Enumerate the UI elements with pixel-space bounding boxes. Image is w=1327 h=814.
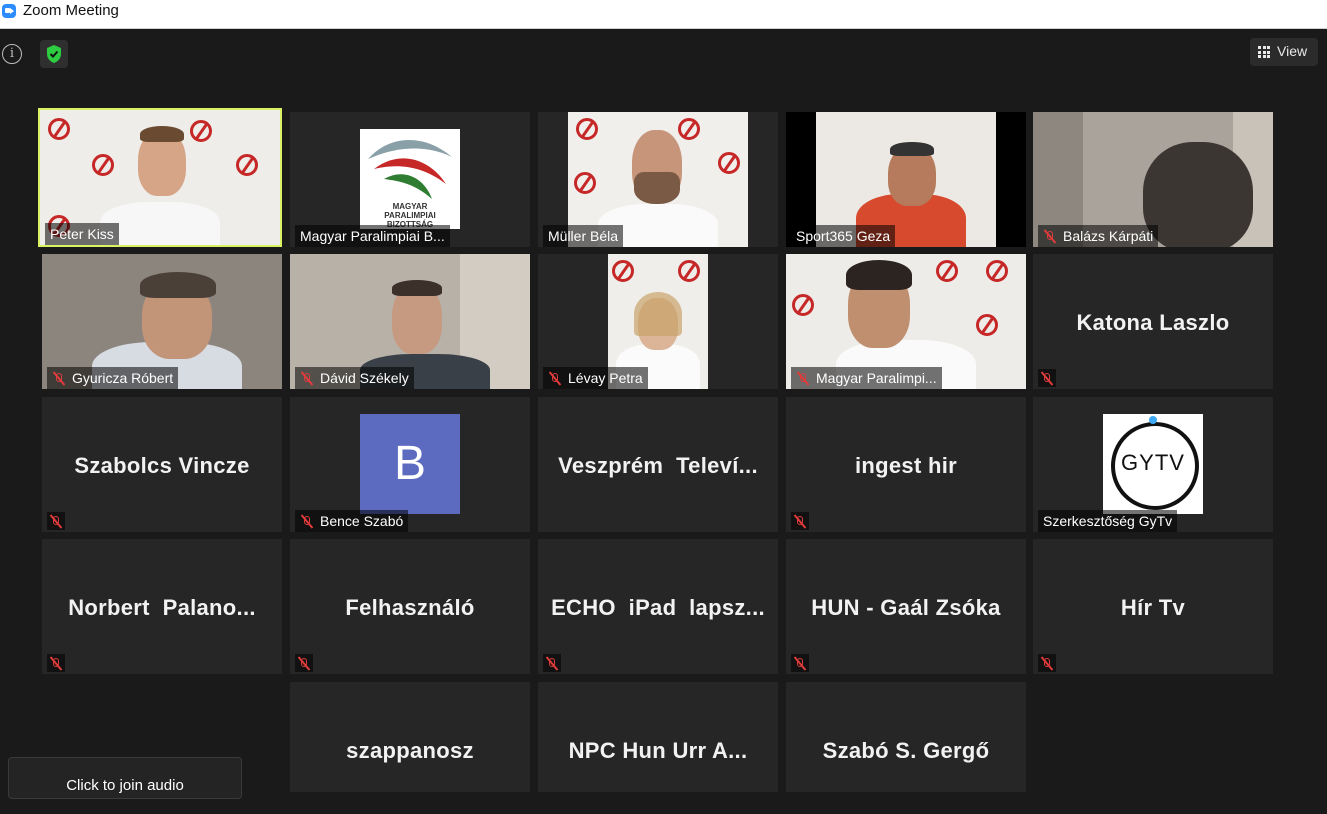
gytv-logo-text: GYTV [1121, 450, 1185, 475]
muted-mic-icon [1038, 369, 1056, 387]
video-tile[interactable]: Katona Laszlo [1033, 254, 1273, 389]
participant-name: Sport365 Geza [791, 225, 896, 247]
participant-display-name: Szabolcs Vincze [74, 453, 250, 478]
zoom-app-icon [2, 4, 16, 18]
participant-name: Bence Szabó [320, 513, 404, 529]
video-tile[interactable]: GYTV Szerkesztőség GyTv [1033, 397, 1273, 532]
title-bar: Zoom Meeting [0, 0, 1327, 29]
participant-display-name: szappanosz [346, 738, 474, 763]
muted-mic-icon [52, 371, 66, 386]
muted-mic-icon [47, 512, 65, 530]
participant-name: Müller Béla [543, 225, 624, 247]
grid-view-icon [1258, 46, 1270, 58]
video-tile[interactable]: Peter Kiss [38, 108, 282, 247]
participant-display-name: ECHO iPad lapsz... [551, 595, 765, 620]
participant-display-name: HUN - Gaál Zsóka [811, 595, 1001, 620]
video-tile[interactable]: ingest hir [786, 397, 1026, 532]
participant-name: Gyuricza Róbert [72, 370, 174, 386]
participant-display-name: Veszprém Televí... [558, 453, 758, 478]
security-shield-icon[interactable] [40, 40, 68, 68]
participant-display-name: ingest hir [854, 453, 957, 478]
logo-text-line2: PARALIMPIAI [384, 211, 435, 220]
participant-name: Peter Kiss [45, 223, 119, 245]
participant-name-muted: Bence Szabó [295, 510, 409, 532]
gytv-logo: GYTV [1103, 414, 1203, 514]
participant-name: Lévay Petra [568, 370, 643, 386]
logo-text-line1: MAGYAR [393, 202, 428, 211]
meeting-info-icon[interactable]: i [2, 44, 22, 64]
participant-name-muted: Magyar Paralimpi... [791, 367, 942, 389]
video-tile[interactable]: ECHO iPad lapsz... [538, 539, 778, 674]
window-title: Zoom Meeting [23, 2, 119, 19]
participant-display-name: NPC Hun Urr A... [568, 738, 748, 763]
muted-mic-icon [300, 514, 314, 529]
video-tile[interactable]: Veszprém Televí... [538, 397, 778, 532]
video-tile[interactable]: Dávid Székely [290, 254, 530, 389]
participant-display-name: Katona Laszlo [1076, 310, 1230, 335]
participant-display-name: Norbert Palano... [68, 595, 256, 620]
muted-mic-icon [47, 654, 65, 672]
video-tile[interactable]: Hír Tv [1033, 539, 1273, 674]
video-tile[interactable]: Gyuricza Róbert [42, 254, 282, 389]
join-audio-button[interactable]: Click to join audio [8, 757, 242, 799]
video-tile[interactable]: Müller Béla [538, 112, 778, 247]
muted-mic-icon [543, 654, 561, 672]
video-tile[interactable]: NPC Hun Urr A... [538, 682, 778, 792]
muted-mic-icon [791, 654, 809, 672]
video-tile[interactable]: Felhasználó [290, 539, 530, 674]
video-tile[interactable]: B Bence Szabó [290, 397, 530, 532]
muted-mic-icon [796, 371, 810, 386]
paralympic-committee-logo: MAGYAR PARALIMPIAI BIZOTTSÁG [360, 129, 460, 229]
participant-name-muted: Gyuricza Róbert [47, 367, 179, 389]
participant-display-name: Felhasználó [345, 595, 475, 620]
muted-mic-icon [548, 371, 562, 386]
view-button[interactable]: View [1250, 38, 1318, 66]
participant-name-muted: Dávid Székely [295, 367, 414, 389]
muted-mic-icon [791, 512, 809, 530]
muted-mic-icon [295, 654, 313, 672]
participant-name-muted: Lévay Petra [543, 367, 648, 389]
muted-mic-icon [1038, 654, 1056, 672]
participant-name: Dávid Székely [320, 370, 409, 386]
participant-display-name: Szabó S. Gergő [822, 738, 990, 763]
video-tile[interactable]: Lévay Petra [538, 254, 778, 389]
video-tile[interactable]: Sport365 Geza [786, 112, 1026, 247]
avatar: B [360, 414, 460, 514]
muted-mic-icon [300, 371, 314, 386]
video-tile[interactable]: Balázs Kárpáti [1033, 112, 1273, 247]
video-tile[interactable]: Szabó S. Gergő [786, 682, 1026, 792]
video-tile[interactable]: szappanosz [290, 682, 530, 792]
join-audio-label: Click to join audio [66, 777, 184, 794]
participant-name: Magyar Paralimpiai B... [295, 225, 450, 247]
video-tile[interactable]: Norbert Palano... [42, 539, 282, 674]
muted-mic-icon [1043, 229, 1057, 244]
participant-name: Magyar Paralimpi... [816, 370, 937, 386]
view-button-label: View [1277, 43, 1308, 59]
video-tile[interactable]: MAGYAR PARALIMPIAI BIZOTTSÁG Magyar Para… [290, 112, 530, 247]
participant-display-name: Hír Tv [1120, 595, 1186, 620]
participant-name: Szerkesztőség GyTv [1038, 510, 1178, 532]
participant-name-muted: Balázs Kárpáti [1038, 225, 1159, 247]
video-tile[interactable]: Magyar Paralimpi... [786, 254, 1026, 389]
video-tile[interactable]: Szabolcs Vincze [42, 397, 282, 532]
video-tile[interactable]: HUN - Gaál Zsóka [786, 539, 1026, 674]
participant-name: Balázs Kárpáti [1063, 228, 1154, 244]
